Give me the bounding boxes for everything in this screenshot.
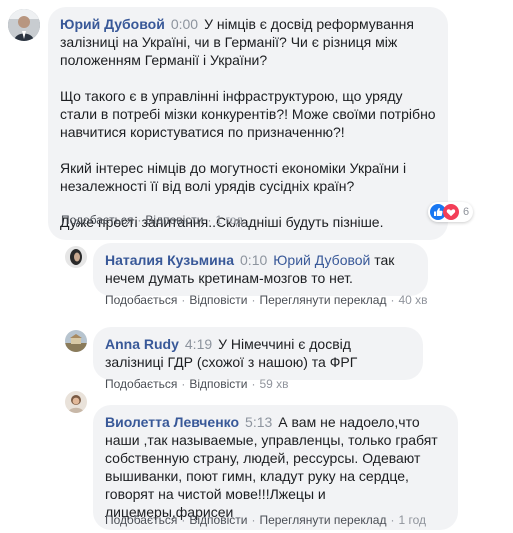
comment-actions: Подобається · Відповісти · 59 хв <box>105 377 289 391</box>
comment-text: Який інтерес німців до могутності економ… <box>60 160 407 194</box>
video-timestamp[interactable]: 4:19 <box>185 336 212 352</box>
video-timestamp[interactable]: 0:10 <box>240 252 267 268</box>
reactions-badge[interactable]: 6 <box>428 202 474 222</box>
comment-time[interactable]: 59 хв <box>259 377 288 391</box>
avatar[interactable] <box>65 246 87 268</box>
reply-link[interactable]: Відповісти <box>189 293 247 307</box>
reply-link[interactable]: Відповісти <box>145 213 203 227</box>
see-translation-link[interactable]: Переглянути переклад <box>259 513 386 527</box>
comment-bubble: Наталия Кузьмина 0:10 Юрий Дубовой так неч… <box>93 243 428 296</box>
comment-actions: Подобається · Відповісти · Переглянути перек… <box>105 513 427 527</box>
mention-link[interactable]: Юрий Дубовой <box>273 252 370 268</box>
like-link[interactable]: Подобається <box>105 513 177 527</box>
comment-time[interactable]: 1 год <box>398 513 426 527</box>
comment-author[interactable]: Виолетта Левченко <box>105 414 239 430</box>
like-link[interactable]: Подобається <box>61 213 133 227</box>
comment-author[interactable]: Наталия Кузьмина <box>105 252 234 268</box>
comment-author[interactable]: Юрий Дубовой <box>60 16 165 32</box>
comment-actions: Подобається · Відповісти · Переглянути перек… <box>105 293 428 307</box>
comment-time[interactable]: 40 хв <box>398 293 427 307</box>
comment-actions: Подобається · Відповісти · 1 год <box>61 213 243 227</box>
love-reaction-icon <box>443 204 459 220</box>
comment-author[interactable]: Anna Rudy <box>105 336 179 352</box>
video-timestamp[interactable]: 5:13 <box>245 414 272 430</box>
comment-bubble: Anna Rudy 4:19 У Німеччині є досвід залізн… <box>93 327 423 380</box>
comment-bubble: Юрий Дубовой 0:00 У німців є досвід реформ… <box>48 7 448 240</box>
like-link[interactable]: Подобається <box>105 293 177 307</box>
avatar[interactable] <box>65 330 87 352</box>
avatar[interactable] <box>8 9 40 41</box>
video-timestamp[interactable]: 0:00 <box>171 16 198 32</box>
avatar[interactable] <box>65 391 87 413</box>
comment-time[interactable]: 1 год <box>215 213 243 227</box>
comment-text: Що такого є в управлінні інфраструктурою… <box>60 88 436 140</box>
reaction-count: 6 <box>463 206 470 218</box>
reply-link[interactable]: Відповісти <box>189 377 247 391</box>
comment-bubble: Виолетта Левченко 5:13 А вам не надоело,чт… <box>93 405 458 530</box>
see-translation-link[interactable]: Переглянути переклад <box>259 293 386 307</box>
like-link[interactable]: Подобається <box>105 377 177 391</box>
reply-link[interactable]: Відповісти <box>189 513 247 527</box>
